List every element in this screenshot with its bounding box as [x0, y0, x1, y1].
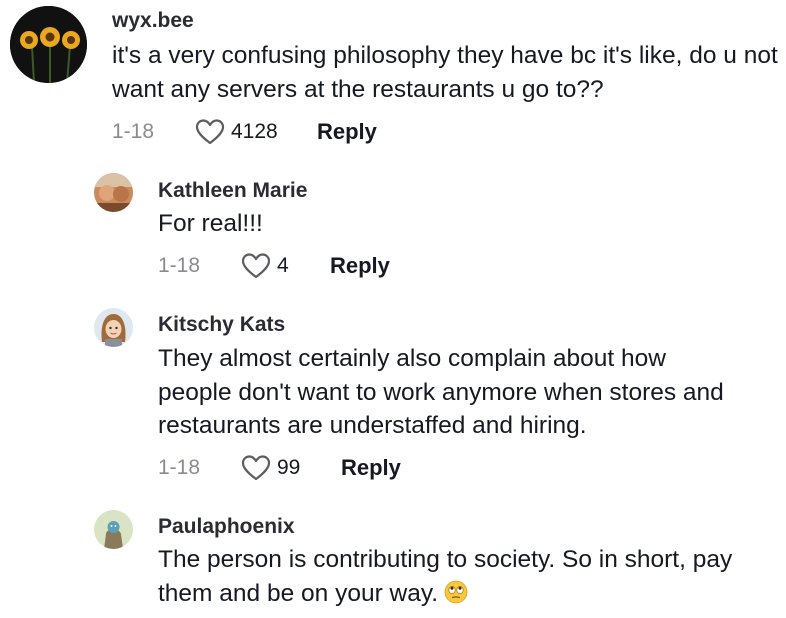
comment-meta: 1-18 99 Reply: [158, 454, 401, 482]
username[interactable]: Paulaphoenix: [158, 515, 295, 539]
comment-date: 1-18: [112, 120, 155, 143]
phoenix-avatar-icon: [94, 510, 133, 549]
cartoon-girl-avatar-icon: [94, 308, 133, 347]
sunflowers-avatar-icon: [10, 6, 87, 83]
heart-icon[interactable]: [240, 252, 272, 280]
comment-text: They almost certainly also complain abou…: [158, 345, 724, 439]
reply-button[interactable]: Reply: [317, 119, 377, 145]
comment-text: For real!!!: [158, 210, 263, 237]
heart-icon[interactable]: [194, 118, 226, 146]
avatar[interactable]: [94, 173, 133, 212]
comment-date: 1-18: [158, 254, 201, 277]
like-count: 4: [277, 254, 289, 277]
photo-avatar-icon: [94, 173, 133, 212]
username[interactable]: Kitschy Kats: [158, 313, 285, 337]
heart-icon[interactable]: [240, 454, 272, 482]
avatar[interactable]: [94, 308, 133, 347]
username[interactable]: Kathleen Marie: [158, 179, 307, 203]
reply-button[interactable]: Reply: [341, 455, 401, 481]
like-count: 4128: [231, 120, 278, 143]
comment-meta: 1-18 4 Reply: [158, 252, 390, 280]
comment-meta: 1-18 4128 Reply: [112, 118, 377, 146]
comment-text-container: The person is contributing to society. S…: [158, 543, 758, 610]
rolling-eyes-emoji-icon: [444, 580, 468, 603]
reply-button[interactable]: Reply: [330, 253, 390, 279]
comment-date: 1-18: [158, 456, 201, 479]
username[interactable]: wyx.bee: [112, 9, 194, 33]
comment-text: it's a very confusing philosophy they ha…: [112, 42, 778, 103]
avatar[interactable]: [94, 510, 133, 549]
avatar[interactable]: [10, 6, 87, 83]
like-count: 99: [277, 456, 301, 479]
